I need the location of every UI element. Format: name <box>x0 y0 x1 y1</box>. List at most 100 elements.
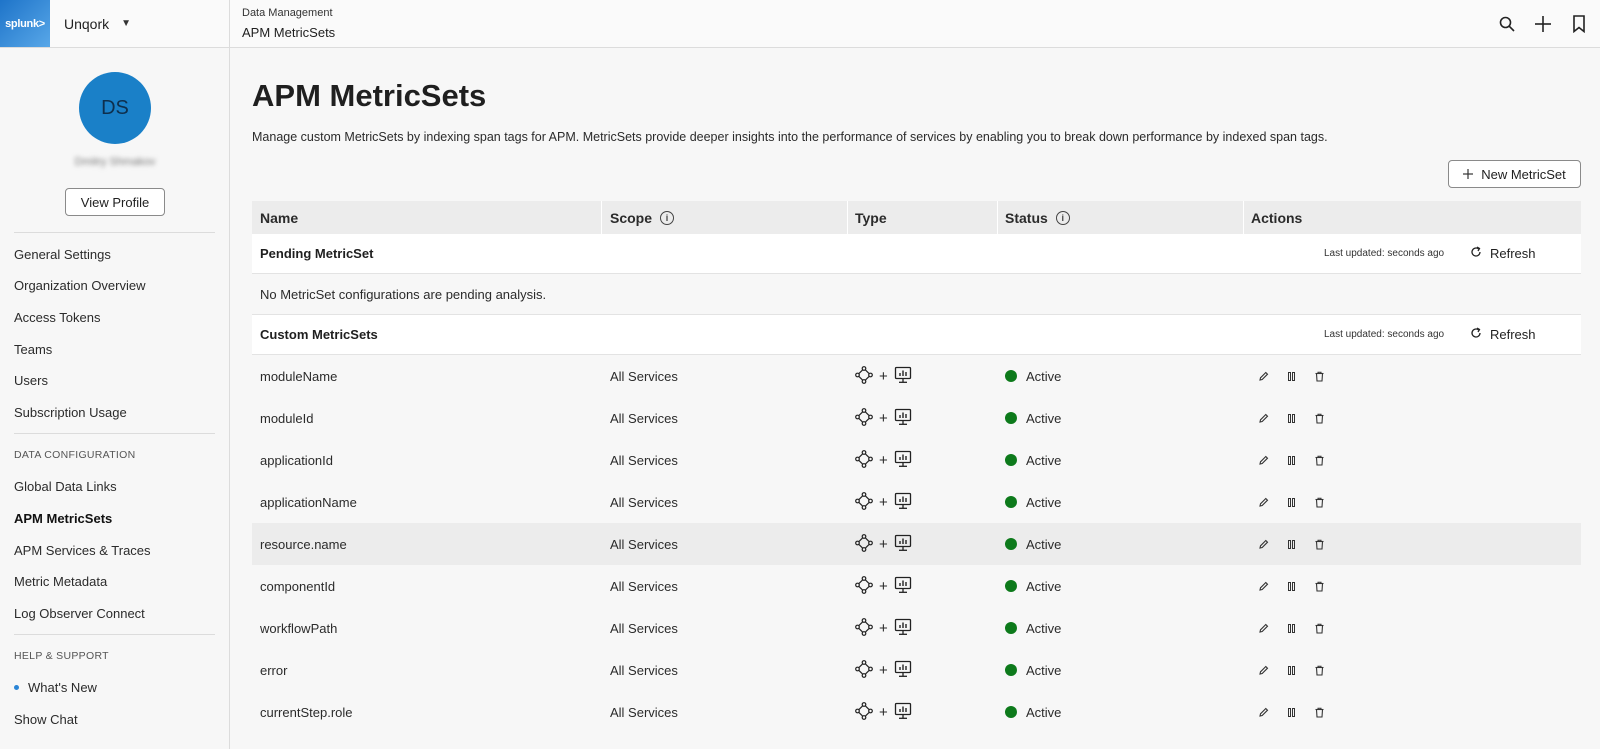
row-actions <box>1258 581 1325 592</box>
edit-icon[interactable] <box>1258 581 1269 592</box>
table-row[interactable]: error All Services + Active <box>252 649 1581 691</box>
page-title: APM MetricSets <box>252 78 487 113</box>
table-row[interactable]: resource.name All Services + Active <box>252 523 1581 565</box>
pause-icon[interactable] <box>1286 581 1297 592</box>
plus-icon: + <box>879 451 888 469</box>
pause-icon[interactable] <box>1286 497 1297 508</box>
sidebar-item-subscription-usage[interactable]: Subscription Usage <box>14 405 127 420</box>
info-icon[interactable]: i <box>1055 210 1070 225</box>
sidebar-item-apm-services-traces[interactable]: APM Services & Traces <box>14 543 151 558</box>
delete-icon[interactable] <box>1314 665 1325 676</box>
column-header-status[interactable]: Status i <box>1005 210 1070 226</box>
plus-icon[interactable] <box>1534 15 1552 33</box>
table-row[interactable]: componentId All Services + Active <box>252 565 1581 607</box>
sidebar-item-show-chat[interactable]: Show Chat <box>14 712 78 727</box>
refresh-icon <box>1470 246 1482 261</box>
org-selector[interactable]: Unqork ▼ <box>50 0 230 47</box>
sidebar-item-apm-metricsets[interactable]: APM MetricSets <box>14 511 112 526</box>
plus-icon: + <box>879 577 888 595</box>
table-row[interactable]: moduleId All Services + Active <box>252 397 1581 439</box>
status-label: Active <box>1026 578 1062 594</box>
plus-icon: + <box>879 619 888 637</box>
status-label: Active <box>1026 494 1062 510</box>
edit-icon[interactable] <box>1258 539 1269 550</box>
row-type: + <box>855 701 912 723</box>
row-actions <box>1258 455 1325 466</box>
pause-icon[interactable] <box>1286 413 1297 424</box>
custom-refresh-button[interactable]: Refresh <box>1470 327 1536 342</box>
status-label: Active <box>1026 368 1062 384</box>
sidebar-item-metric-metadata[interactable]: Metric Metadata <box>14 574 107 589</box>
delete-icon[interactable] <box>1314 623 1325 634</box>
edit-icon[interactable] <box>1258 665 1269 676</box>
edit-icon[interactable] <box>1258 413 1269 424</box>
column-header-scope[interactable]: Scope i <box>610 210 675 226</box>
table-row[interactable]: applicationId All Services + Active <box>252 439 1581 481</box>
row-type: + <box>855 407 912 429</box>
service-map-icon <box>855 575 873 597</box>
plus-icon: + <box>879 661 888 679</box>
row-scope: All Services <box>610 536 678 552</box>
page-description: Manage custom MetricSets by indexing spa… <box>252 130 1328 144</box>
sidebar-item-general-settings[interactable]: General Settings <box>14 247 111 262</box>
plus-icon <box>1463 167 1474 182</box>
username: Dmitry Shmakov <box>74 156 156 168</box>
delete-icon[interactable] <box>1314 455 1325 466</box>
edit-icon[interactable] <box>1258 707 1269 718</box>
status-dot <box>1005 370 1017 383</box>
pause-icon[interactable] <box>1286 539 1297 550</box>
new-metricset-button[interactable]: New MetricSet <box>1448 160 1581 188</box>
column-header-name[interactable]: Name <box>260 210 298 226</box>
delete-icon[interactable] <box>1314 371 1325 382</box>
row-name: moduleId <box>260 410 314 426</box>
service-map-icon <box>855 491 873 513</box>
pause-icon[interactable] <box>1286 623 1297 634</box>
sidebar-item-users[interactable]: Users <box>14 373 48 388</box>
edit-icon[interactable] <box>1258 497 1269 508</box>
delete-icon[interactable] <box>1314 413 1325 424</box>
sidebar-item-access-tokens[interactable]: Access Tokens <box>14 310 100 325</box>
pause-icon[interactable] <box>1286 455 1297 466</box>
sidebar-item-organization-overview[interactable]: Organization Overview <box>14 278 146 293</box>
row-name: workflowPath <box>260 620 338 636</box>
table-row[interactable]: moduleName All Services + Active <box>252 355 1581 397</box>
row-name: currentStep.role <box>260 704 353 720</box>
search-icon[interactable] <box>1498 15 1516 33</box>
sidebar-item-log-observer-connect[interactable]: Log Observer Connect <box>14 606 145 621</box>
view-profile-button[interactable]: View Profile <box>65 188 165 216</box>
pause-icon[interactable] <box>1286 665 1297 676</box>
table-row[interactable]: currentStep.role All Services + Active <box>252 691 1581 733</box>
table-row[interactable]: workflowPath All Services + Active <box>252 607 1581 649</box>
divider <box>14 232 215 233</box>
row-scope: All Services <box>610 368 678 384</box>
table-row[interactable]: applicationName All Services + Active <box>252 481 1581 523</box>
edit-icon[interactable] <box>1258 455 1269 466</box>
sidebar-item-global-data-links[interactable]: Global Data Links <box>14 479 117 494</box>
delete-icon[interactable] <box>1314 497 1325 508</box>
service-map-icon <box>855 659 873 681</box>
row-status: Active <box>1005 537 1061 552</box>
delete-icon[interactable] <box>1314 539 1325 550</box>
pending-refresh-button[interactable]: Refresh <box>1470 246 1536 261</box>
org-name: Unqork <box>64 15 110 32</box>
column-header-type[interactable]: Type <box>855 210 887 226</box>
refresh-label: Refresh <box>1490 327 1536 342</box>
edit-icon[interactable] <box>1258 371 1269 382</box>
sidebar-item-whats-new[interactable]: What's New <box>14 680 97 695</box>
status-label: Active <box>1026 410 1062 426</box>
info-icon[interactable]: i <box>660 210 675 225</box>
edit-icon[interactable] <box>1258 623 1269 634</box>
column-header-label: Status <box>1005 209 1048 226</box>
bookmark-icon[interactable] <box>1570 14 1588 33</box>
pause-icon[interactable] <box>1286 707 1297 718</box>
pause-icon[interactable] <box>1286 371 1297 382</box>
row-name: componentId <box>260 578 336 594</box>
sidebar-item-teams[interactable]: Teams <box>14 342 52 357</box>
sidebar-item-label: What's New <box>28 680 97 695</box>
row-name: error <box>260 662 288 678</box>
delete-icon[interactable] <box>1314 581 1325 592</box>
delete-icon[interactable] <box>1314 707 1325 718</box>
breadcrumb-parent[interactable]: Data Management <box>242 7 335 19</box>
splunk-logo[interactable]: splunk> <box>0 0 50 47</box>
status-dot <box>1005 622 1017 635</box>
